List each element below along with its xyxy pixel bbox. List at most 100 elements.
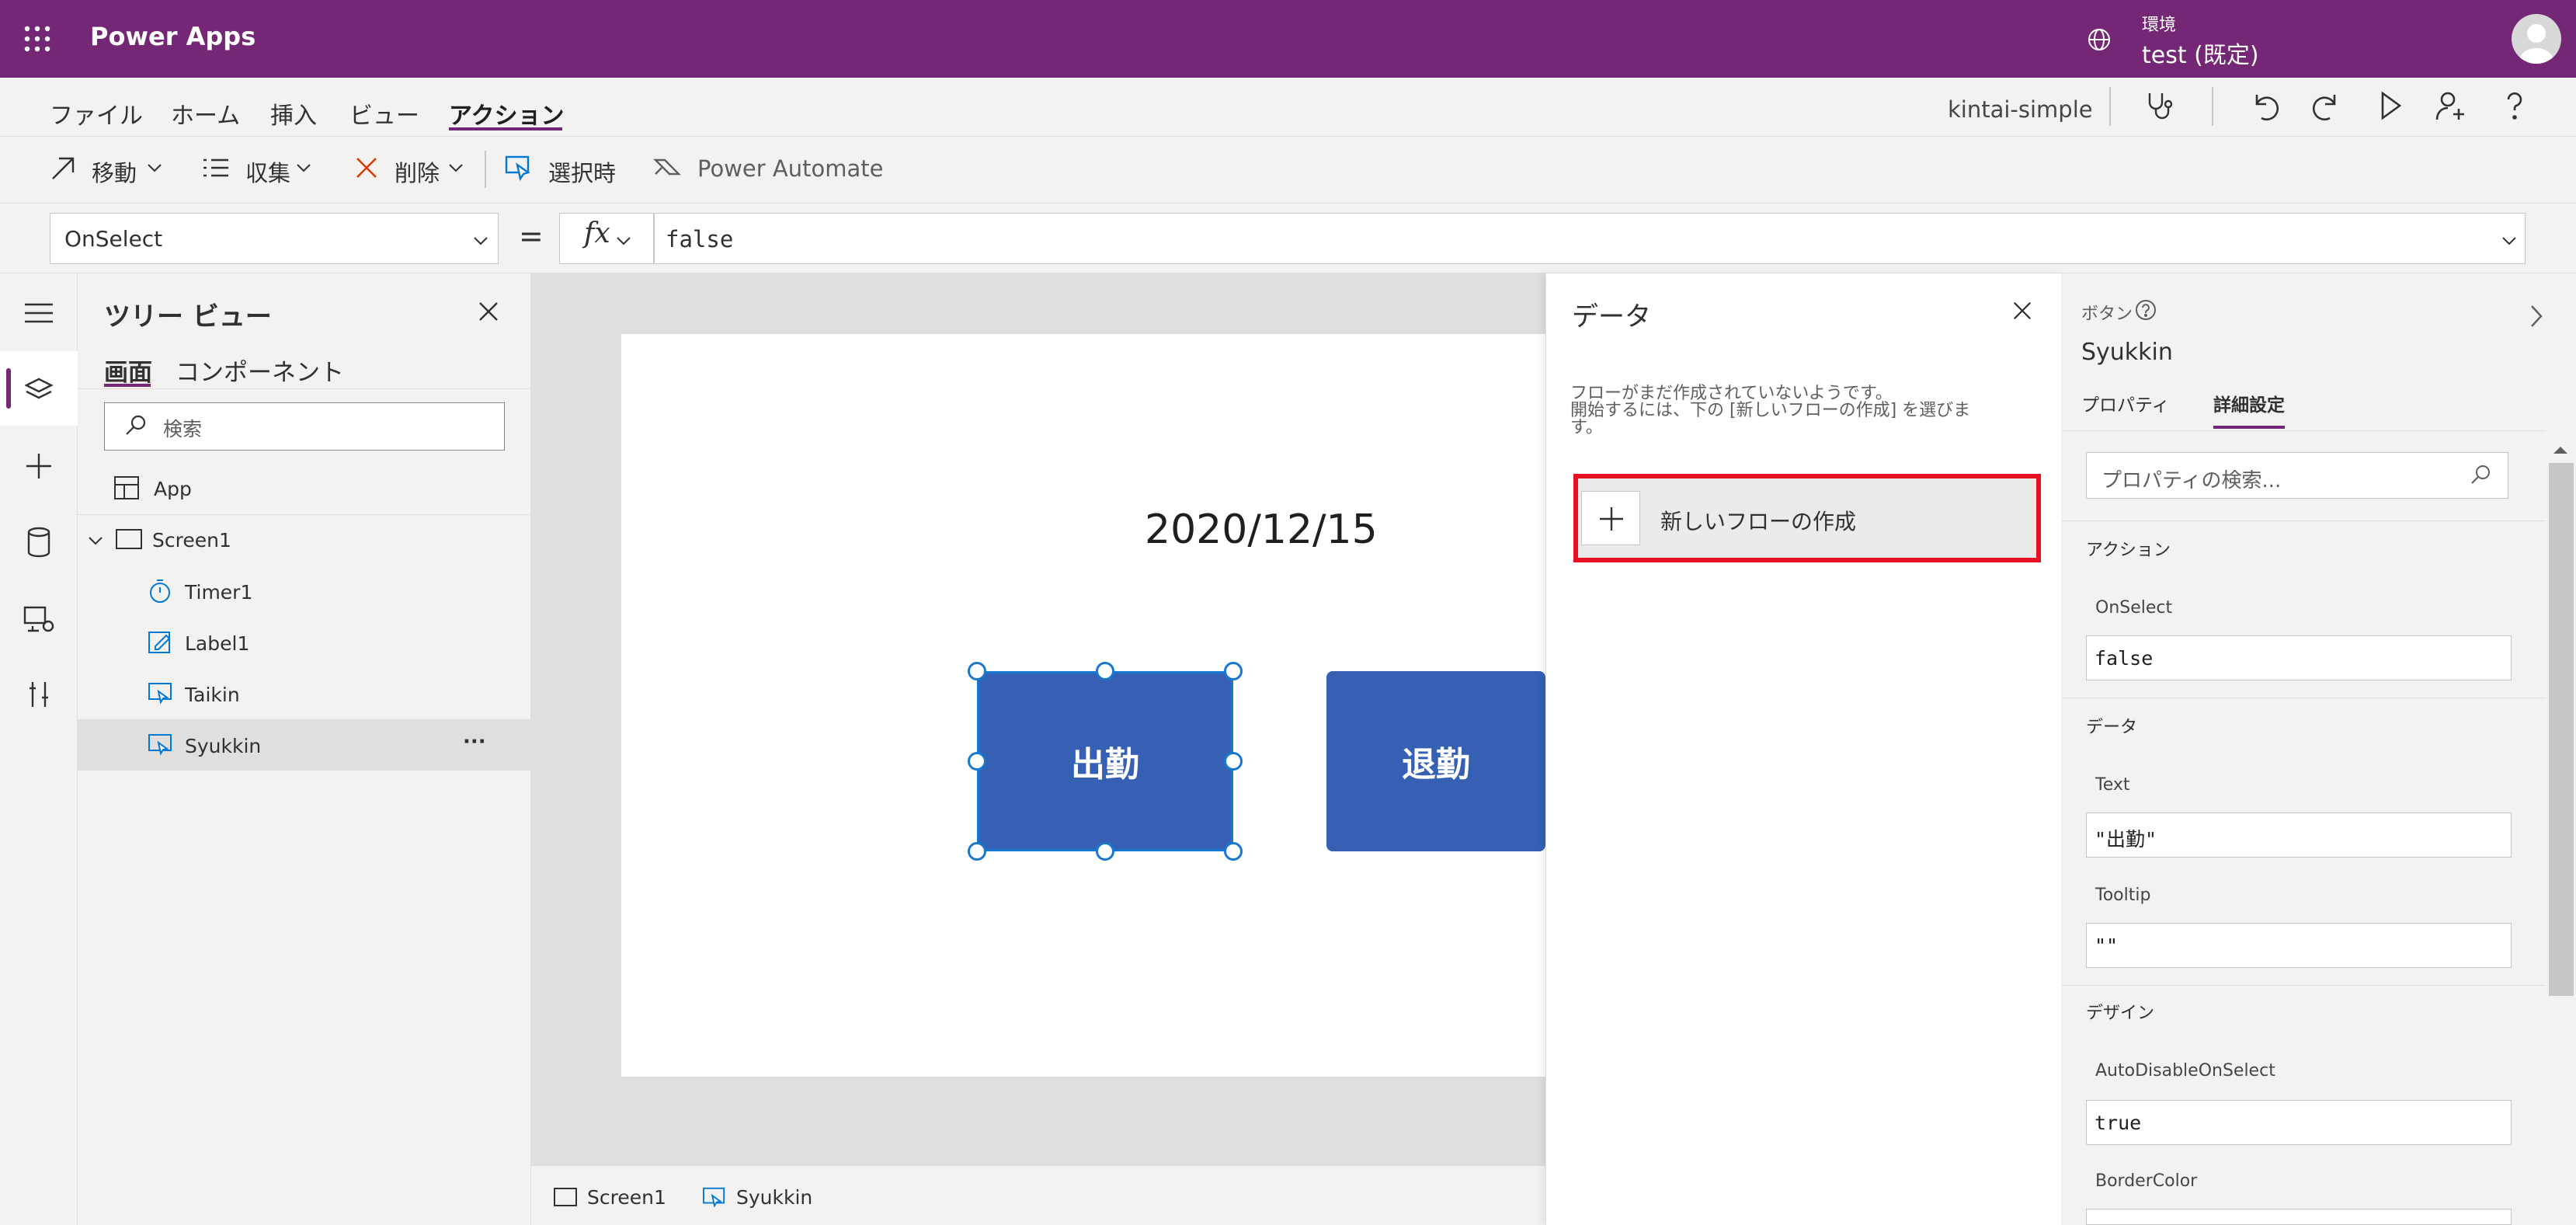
move-button[interactable]: 移動 [92, 155, 137, 188]
onselect-value: false [2095, 647, 2154, 670]
autodisable-field[interactable]: true [2086, 1100, 2512, 1145]
equals-sign: = [519, 219, 544, 253]
control-name: Syukkin [2081, 339, 2173, 366]
resize-handle[interactable] [1224, 842, 1243, 861]
resize-handle[interactable] [1096, 842, 1114, 861]
tab-advanced[interactable]: 詳細設定 [2213, 390, 2285, 416]
hamburger-icon[interactable] [23, 301, 54, 325]
layers-tree-icon[interactable] [23, 376, 54, 404]
tree-node-label1[interactable]: Label1 [185, 632, 249, 655]
taikin-button[interactable]: 退勤 [1326, 671, 1545, 851]
help-circle-icon[interactable] [2134, 298, 2157, 322]
chevron-down-icon [615, 235, 632, 247]
media-icon[interactable] [22, 603, 56, 634]
tab-active-indicator [104, 384, 151, 387]
tree-node-taikin[interactable]: Taikin [185, 684, 240, 706]
menu-home[interactable]: ホーム [171, 96, 240, 131]
tab-properties[interactable]: プロパティ [2081, 390, 2170, 416]
menu-insert[interactable]: 挿入 [270, 96, 317, 131]
tree-node-screen1[interactable]: Screen1 [152, 529, 231, 552]
tools-icon[interactable] [26, 679, 51, 710]
undo-icon[interactable] [2247, 89, 2282, 123]
formula-input[interactable]: false [654, 213, 2526, 264]
resize-handle[interactable] [968, 662, 986, 680]
divider [2061, 985, 2546, 986]
environment-icon[interactable] [2086, 26, 2112, 53]
resize-handle[interactable] [1224, 662, 1243, 680]
help-icon[interactable] [2498, 89, 2532, 123]
app-checker-icon[interactable] [2143, 89, 2178, 123]
list-icon [200, 152, 231, 183]
section-action: アクション [2086, 541, 2171, 560]
breadcrumb-control[interactable]: Syukkin [736, 1186, 812, 1209]
property-search-placeholder: プロパティの検索... [2101, 469, 2282, 492]
scrollbar-thumb[interactable] [2549, 463, 2574, 996]
tree-node-app[interactable]: App [154, 478, 192, 500]
plus-icon-box [1581, 491, 1640, 545]
text-value: "出勤" [2095, 828, 2157, 851]
bordercolor-label: BorderColor [2095, 1171, 2198, 1191]
chevron-right-icon[interactable] [2529, 303, 2544, 329]
tree-node-timer1[interactable]: Timer1 [185, 581, 252, 604]
tooltip-label: Tooltip [2095, 886, 2151, 905]
no-flow-message-line: フローがまだ作成されていないようです。 [1570, 384, 1893, 403]
environment-label: 環境 [2142, 16, 2177, 35]
tree-view-title: ツリー ビュー [104, 301, 272, 332]
property-value: OnSelect [64, 226, 163, 252]
onselect-field[interactable]: false [2086, 635, 2512, 680]
tooltip-value: "" [2095, 934, 2119, 957]
timer-icon [148, 578, 172, 604]
environment-name[interactable]: test (既定) [2142, 36, 2259, 70]
avatar[interactable] [2512, 14, 2561, 64]
action-toolbar [0, 137, 2576, 204]
expand-formula-chevron-icon[interactable] [2501, 235, 2518, 247]
share-user-icon[interactable] [2434, 89, 2468, 123]
power-automate-button[interactable]: Power Automate [697, 155, 883, 182]
close-x-icon [351, 152, 382, 183]
chevron-down-icon[interactable] [146, 162, 163, 174]
autodisable-value: true [2095, 1112, 2142, 1134]
arrow-upright-icon [48, 152, 79, 183]
tab-active-indicator [2213, 426, 2285, 429]
onselect-label: OnSelect [2095, 598, 2173, 618]
divider [78, 388, 531, 389]
tree-node-syukkin[interactable]: Syukkin [185, 735, 261, 757]
more-options-button[interactable]: ··· [463, 730, 486, 753]
remove-button[interactable]: 削除 [395, 155, 440, 188]
menu-action[interactable]: アクション [449, 96, 565, 131]
collect-button[interactable]: 収集 [245, 155, 290, 188]
close-icon[interactable] [2011, 300, 2033, 322]
chevron-down-icon[interactable] [87, 534, 104, 547]
resize-handle[interactable] [1096, 662, 1114, 680]
resize-handle[interactable] [1224, 752, 1243, 771]
divider [2061, 520, 2546, 521]
close-icon[interactable] [477, 300, 500, 323]
button-control-icon [702, 1185, 727, 1209]
tooltip-field[interactable]: "" [2086, 923, 2512, 968]
scroll-up-icon[interactable] [2552, 444, 2569, 455]
text-field[interactable]: "出勤" [2086, 813, 2512, 858]
resize-handle[interactable] [968, 842, 986, 861]
tab-screens[interactable]: 画面 [104, 353, 152, 388]
syukkin-button[interactable]: 出勤 [977, 671, 1233, 851]
screen-icon [553, 1187, 578, 1207]
date-label[interactable]: 2020/12/15 [1145, 506, 1378, 553]
chevron-down-icon[interactable] [447, 162, 464, 174]
waffle-icon[interactable] [23, 25, 51, 53]
plus-insert-icon[interactable] [23, 451, 54, 482]
tab-components[interactable]: コンポーネント [176, 353, 344, 388]
label-edit-icon [148, 629, 172, 654]
fx-icon: fx [584, 218, 610, 249]
button-control-icon [148, 680, 174, 705]
preview-play-icon[interactable] [2373, 89, 2407, 123]
menu-view[interactable]: ビュー [349, 96, 419, 131]
database-icon[interactable] [26, 527, 51, 558]
redo-icon[interactable] [2310, 89, 2344, 123]
menu-file[interactable]: ファイル [50, 96, 143, 131]
onselect-button[interactable]: 選択時 [548, 155, 616, 188]
breadcrumb-screen[interactable]: Screen1 [587, 1186, 666, 1209]
bordercolor-field[interactable] [2086, 1209, 2512, 1225]
chevron-down-icon[interactable] [295, 162, 312, 174]
resize-handle[interactable] [968, 752, 986, 771]
property-dropdown[interactable]: OnSelect [50, 213, 499, 264]
